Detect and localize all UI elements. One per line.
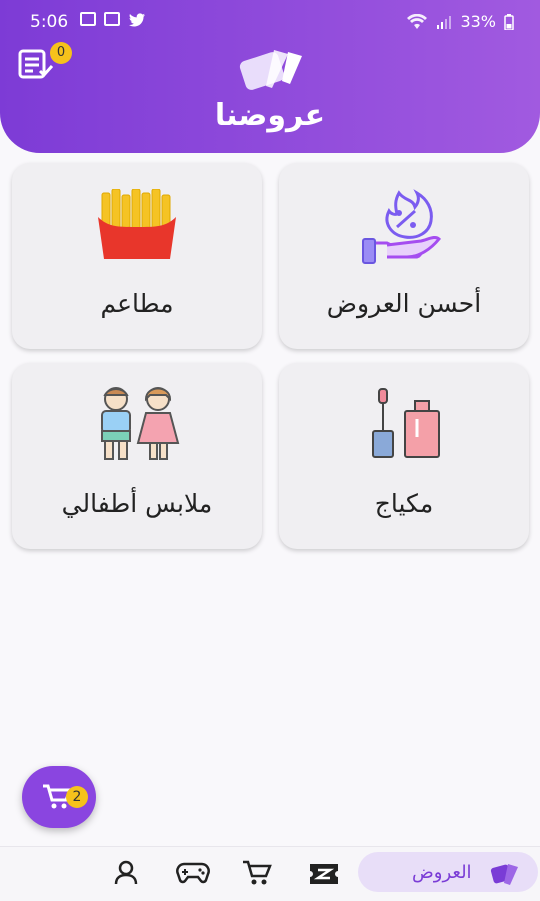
wifi-icon: [407, 13, 428, 29]
category-card-kids-clothing[interactable]: ملابس أطفالي: [12, 363, 262, 549]
email-notification-icon: [80, 12, 96, 26]
signal-icon: [437, 15, 452, 29]
status-bar: 5:06 33%: [0, 0, 540, 46]
fries-icon: [98, 189, 176, 259]
image-notification-icon: [104, 12, 120, 26]
category-label: مكياج: [374, 489, 434, 518]
app-header: 5:06 33% 0 عروضنا: [0, 0, 540, 153]
category-label: أحسن العروض: [326, 289, 482, 318]
category-label: مطاعم: [100, 289, 174, 318]
offers-icon: [490, 864, 518, 885]
category-card-makeup[interactable]: مكياج: [279, 363, 529, 549]
orders-count-badge: 0: [50, 42, 72, 64]
kids-icon: [101, 387, 180, 460]
app-logo-icon: [239, 50, 302, 90]
battery-icon: [504, 13, 514, 30]
category-label: ملابس أطفالي: [61, 489, 213, 518]
system-status-icons: 33%: [406, 12, 514, 31]
category-card-best-offers[interactable]: أحسن العروض: [279, 163, 529, 349]
status-time: 5:06: [30, 12, 69, 32]
profile-icon[interactable]: [114, 860, 138, 886]
gamepad-icon[interactable]: [176, 862, 210, 884]
nav-item-offers-label: العروض: [412, 862, 472, 883]
twitter-icon: [129, 13, 145, 27]
coupon-icon[interactable]: [308, 862, 340, 886]
notification-icons: [80, 12, 146, 28]
cart-nav-icon[interactable]: [242, 860, 272, 886]
discount-hand-icon: [362, 189, 442, 264]
battery-percent: 33%: [460, 12, 496, 31]
cart-count-badge: 2: [66, 786, 88, 808]
page-title: عروضنا: [214, 98, 326, 133]
makeup-icon: [372, 388, 440, 458]
category-card-restaurants[interactable]: مطاعم: [12, 163, 262, 349]
